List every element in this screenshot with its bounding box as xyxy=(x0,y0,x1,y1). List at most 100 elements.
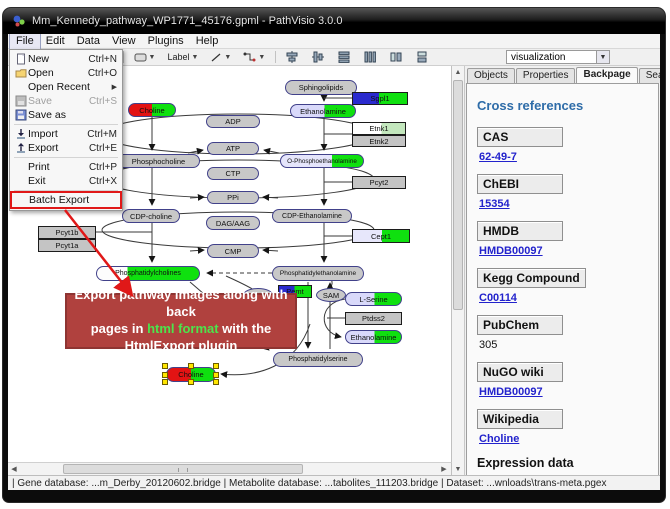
crossref-header: CAS xyxy=(477,127,563,147)
pathway-node-ctp[interactable]: CTP xyxy=(207,167,259,180)
pathway-node-dag-aag[interactable]: DAG/AAG xyxy=(206,216,260,230)
menubar-item-view[interactable]: View xyxy=(106,34,142,49)
menubar-item-edit[interactable]: Edit xyxy=(40,34,71,49)
scroll-up-icon[interactable]: ▲ xyxy=(452,66,464,78)
file-menu-item-save[interactable]: SaveCtrl+S xyxy=(11,94,121,108)
pathway-node-sphingolipids[interactable]: Sphingolipids xyxy=(285,80,357,95)
crossref-header: Kegg Compound xyxy=(477,268,586,288)
pathway-node-cmp[interactable]: CMP xyxy=(207,244,259,258)
label-tool-text: Label xyxy=(167,52,189,62)
file-menu-item-new[interactable]: NewCtrl+N xyxy=(11,52,121,66)
distribute-columns-button[interactable] xyxy=(360,49,380,65)
selection-handle[interactable] xyxy=(188,363,194,369)
save-as-icon xyxy=(15,109,27,121)
pathway-node-sam[interactable]: SAM xyxy=(316,288,346,302)
tab-backpage[interactable]: Backpage xyxy=(576,67,637,83)
selection-handle[interactable] xyxy=(213,372,219,378)
menubar-item-help[interactable]: Help xyxy=(190,34,225,49)
scroll-right-icon[interactable]: ▶ xyxy=(438,463,450,475)
file-menu-item-save-as[interactable]: Save as xyxy=(11,108,121,122)
pathway-node-o-phosphoethanolamine[interactable]: O-Phosphoethanolamine xyxy=(280,154,364,168)
pathway-node-cept1[interactable]: Cept1 xyxy=(352,229,410,243)
shape-icon xyxy=(134,52,147,63)
selection-handle[interactable] xyxy=(162,372,168,378)
file-menu-item-export[interactable]: ExportCtrl+E xyxy=(11,141,121,155)
label-tool-button[interactable]: Label ▼ xyxy=(163,50,202,64)
scroll-down-icon[interactable]: ▼ xyxy=(452,463,464,475)
crossref-link[interactable]: 15354 xyxy=(479,198,510,210)
pathway-node-l-serine[interactable]: L-Serine xyxy=(345,292,402,306)
visualization-value: visualization xyxy=(511,52,592,63)
menubar-item-file[interactable]: File xyxy=(10,34,40,49)
tab-search[interactable]: Search xyxy=(639,68,660,83)
menu-item-shortcut: Ctrl+N xyxy=(88,54,117,65)
crossref-link[interactable]: HMDB00097 xyxy=(479,245,543,257)
selection-handle[interactable] xyxy=(162,379,168,385)
menu-item-shortcut: Ctrl+E xyxy=(89,143,117,154)
selection-handle[interactable] xyxy=(162,363,168,369)
file-menu-item-batch-export[interactable]: Batch Export xyxy=(12,193,120,207)
pathway-node-pcyt2[interactable]: Pcyt2 xyxy=(352,176,406,189)
align-horizontal-center-button[interactable] xyxy=(308,49,328,65)
pathway-node-ppi[interactable]: PPi xyxy=(207,191,259,204)
callout-line2c: with the xyxy=(219,321,272,336)
graphics-tool-button[interactable]: ▼ xyxy=(130,50,160,65)
horizontal-scrollbar[interactable]: ◀ ▶ xyxy=(8,462,452,475)
common-width-button[interactable] xyxy=(412,49,432,65)
crossref-link[interactable]: Choline xyxy=(479,433,519,445)
menubar-item-plugins[interactable]: Plugins xyxy=(142,34,190,49)
crossref-link[interactable]: C00114 xyxy=(479,292,517,304)
file-menu-item-print[interactable]: PrintCtrl+P xyxy=(11,160,121,174)
common-height-icon xyxy=(390,51,402,63)
common-height-button[interactable] xyxy=(386,49,406,65)
pathway-node-phosphatidylethanolamine[interactable]: Phosphatidylethanolamine xyxy=(272,266,364,281)
crossref-section-chebi: ChEBI15354 xyxy=(477,174,648,210)
crossref-link[interactable]: 62-49-7 xyxy=(479,151,517,163)
pathway-node-pcyt1a[interactable]: Pcyt1a xyxy=(38,239,96,252)
toolbar-icon-group xyxy=(282,49,432,65)
pathway-node-etnk1[interactable]: Etnk1 xyxy=(352,122,406,135)
chevron-down-icon[interactable]: ▼ xyxy=(596,51,609,63)
pathway-node-pcyt1b[interactable]: Pcyt1b xyxy=(38,226,96,239)
line-tool-button[interactable]: ▼ xyxy=(206,50,235,65)
pathway-node-adp[interactable]: ADP xyxy=(206,115,260,128)
pathway-node-etnk2[interactable]: Etnk2 xyxy=(352,135,406,147)
pathway-node-sgpl1[interactable]: Sgpl1 xyxy=(352,92,408,105)
pathway-node-phosphocholine[interactable]: Phosphocholine xyxy=(117,154,200,168)
import-icon-slot xyxy=(13,128,28,140)
file-menu-item-open[interactable]: OpenCtrl+O xyxy=(11,66,121,80)
pathway-node-cdp-choline[interactable]: CDP-choline xyxy=(122,209,180,223)
menu-item-shortcut: Ctrl+M xyxy=(87,129,117,140)
file-menu-item-exit[interactable]: ExitCtrl+X xyxy=(11,174,121,188)
pathway-node-atp[interactable]: ATP xyxy=(207,142,259,155)
file-menu-item-open-recent[interactable]: Open Recent▶ xyxy=(11,80,121,94)
pathway-node-choline[interactable]: Choline xyxy=(128,103,176,117)
export-icon-slot xyxy=(13,142,28,154)
menubar-item-data[interactable]: Data xyxy=(71,34,106,49)
menu-item-shortcut: Ctrl+O xyxy=(88,68,117,79)
pathway-node-ethanolamine[interactable]: Ethanolamine xyxy=(345,330,402,344)
crossref-section-hmdb: HMDBHMDB00097 xyxy=(477,221,648,257)
selection-handle[interactable] xyxy=(213,363,219,369)
pathway-node-cdp-ethanolamine[interactable]: CDP-Ethanolamine xyxy=(272,209,352,223)
tab-objects[interactable]: Objects xyxy=(467,68,515,83)
crossref-link[interactable]: HMDB00097 xyxy=(479,386,543,398)
selection-handle[interactable] xyxy=(188,379,194,385)
scroll-left-icon[interactable]: ◀ xyxy=(8,463,20,475)
horizontal-scroll-thumb[interactable] xyxy=(63,464,303,474)
pathway-node-ethanolamine[interactable]: Ethanolamine xyxy=(290,104,356,118)
tab-properties[interactable]: Properties xyxy=(516,68,576,83)
distribute-rows-button[interactable] xyxy=(334,49,354,65)
pathway-node-ptdss2[interactable]: Ptdss2 xyxy=(345,312,402,325)
distribute-rows-icon xyxy=(338,51,350,63)
connector-tool-button[interactable]: ▼ xyxy=(239,50,269,65)
vertical-scroll-thumb[interactable] xyxy=(453,80,463,310)
pathway-node-phosphatidylcholines[interactable]: Phosphatidylcholines xyxy=(96,266,200,281)
file-menu-item-import[interactable]: ImportCtrl+M xyxy=(11,127,121,141)
visualization-combobox[interactable]: visualization ▼ xyxy=(506,50,610,64)
menu-item-shortcut: Ctrl+S xyxy=(89,96,117,107)
vertical-scrollbar[interactable]: ▲ ▼ xyxy=(452,66,465,475)
crossref-section-pubchem: PubChem305 xyxy=(477,315,648,351)
align-vertical-center-button[interactable] xyxy=(282,49,302,65)
selection-handle[interactable] xyxy=(213,379,219,385)
